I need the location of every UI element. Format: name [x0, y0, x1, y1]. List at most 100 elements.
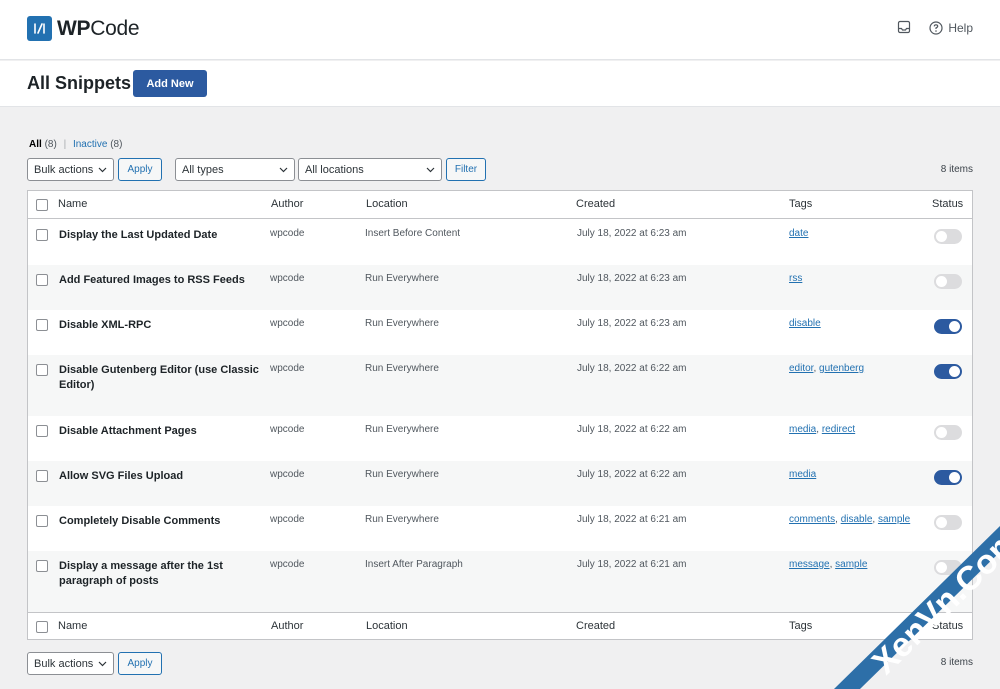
snippet-location: Run Everywhere: [365, 514, 439, 525]
snippet-created: July 18, 2022 at 6:23 am: [577, 228, 687, 239]
column-created[interactable]: Created: [576, 198, 615, 210]
locations-select[interactable]: All locations: [298, 158, 442, 181]
snippet-name[interactable]: Disable XML-RPC: [59, 318, 264, 333]
view-filters: All (8) | Inactive (8): [29, 139, 122, 150]
inbox-icon[interactable]: [897, 20, 913, 36]
row-checkbox[interactable]: [36, 319, 48, 331]
column-status[interactable]: Status: [932, 198, 963, 210]
column-author[interactable]: Author: [271, 198, 303, 210]
toggle-knob: [949, 366, 960, 377]
chevron-down-icon: [98, 165, 107, 174]
tag-link[interactable]: media: [789, 424, 816, 435]
snippet-author: wpcode: [270, 469, 305, 480]
wpcode-logo-icon: [27, 16, 52, 41]
footer-column-name[interactable]: Name: [58, 620, 87, 632]
bulk-actions-select[interactable]: Bulk actions: [27, 158, 114, 181]
help-link[interactable]: Help: [929, 21, 973, 35]
snippet-name[interactable]: Add Featured Images to RSS Feeds: [59, 273, 264, 288]
snippet-created: July 18, 2022 at 6:23 am: [577, 273, 687, 284]
snippet-name[interactable]: Completely Disable Comments: [59, 514, 264, 529]
status-toggle[interactable]: [934, 274, 962, 289]
footer-column-author[interactable]: Author: [271, 620, 303, 632]
snippet-created: July 18, 2022 at 6:23 am: [577, 318, 687, 329]
chevron-down-icon: [279, 165, 288, 174]
snippet-tags: media, redirect: [789, 424, 855, 435]
filter-button[interactable]: Filter: [446, 158, 486, 181]
snippet-name[interactable]: Disable Attachment Pages: [59, 424, 264, 439]
table-row: Add Featured Images to RSS Feeds wpcode Ru…: [28, 265, 972, 310]
snippet-tags: comments, disable, sample: [789, 514, 910, 525]
snippet-location: Run Everywhere: [365, 273, 439, 284]
brand-name: WPCode: [57, 17, 140, 41]
row-checkbox[interactable]: [36, 364, 48, 376]
footer-column-tags[interactable]: Tags: [789, 620, 812, 632]
locations-value: All locations: [305, 163, 364, 176]
tag-link[interactable]: sample: [878, 514, 910, 525]
column-tags[interactable]: Tags: [789, 198, 812, 210]
snippet-name[interactable]: Display the Last Updated Date: [59, 228, 264, 243]
tag-link[interactable]: redirect: [822, 424, 855, 435]
status-toggle[interactable]: [934, 470, 962, 485]
table-footer: Name Author Location Created Tags Status: [28, 612, 972, 640]
page-title: All Snippets: [27, 73, 132, 93]
snippet-author: wpcode: [270, 228, 305, 239]
tag-link[interactable]: message: [789, 559, 830, 570]
table-row: Completely Disable Comments wpcode Run Eve…: [28, 506, 972, 551]
view-inactive-link[interactable]: Inactive: [73, 139, 107, 150]
snippet-location: Run Everywhere: [365, 469, 439, 480]
snippet-author: wpcode: [270, 559, 305, 570]
add-new-button[interactable]: Add New: [133, 70, 207, 97]
select-all-checkbox-footer[interactable]: [36, 621, 48, 633]
status-toggle[interactable]: [934, 364, 962, 379]
row-checkbox[interactable]: [36, 274, 48, 286]
types-select[interactable]: All types: [175, 158, 295, 181]
column-name[interactable]: Name: [58, 198, 87, 210]
view-all-link[interactable]: All: [29, 139, 42, 150]
snippet-author: wpcode: [270, 363, 305, 374]
tag-link[interactable]: comments: [789, 514, 835, 525]
tag-link[interactable]: media: [789, 469, 816, 480]
snippet-created: July 18, 2022 at 6:21 am: [577, 559, 687, 570]
snippet-location: Run Everywhere: [365, 318, 439, 329]
snippets-table: Name Author Location Created Tags Status…: [27, 190, 973, 640]
row-checkbox[interactable]: [36, 515, 48, 527]
snippet-author: wpcode: [270, 273, 305, 284]
tag-link[interactable]: date: [789, 228, 808, 239]
view-all-count: (8): [44, 139, 57, 150]
snippet-tags: editor, gutenberg: [789, 363, 864, 374]
table-row: Disable Attachment Pages wpcode Run Everyw…: [28, 416, 972, 461]
select-all-checkbox[interactable]: [36, 199, 48, 211]
footer-column-created[interactable]: Created: [576, 620, 615, 632]
toggle-knob: [936, 427, 947, 438]
snippet-name[interactable]: Disable Gutenberg Editor (use Classic Ed…: [59, 363, 264, 393]
table-row: Disable Gutenberg Editor (use Classic Ed…: [28, 355, 972, 416]
status-toggle[interactable]: [934, 425, 962, 440]
row-checkbox[interactable]: [36, 470, 48, 482]
tag-link[interactable]: disable: [841, 514, 873, 525]
apply-button[interactable]: Apply: [118, 158, 162, 181]
footer-column-location[interactable]: Location: [366, 620, 408, 632]
snippet-created: July 18, 2022 at 6:22 am: [577, 363, 687, 374]
tag-link[interactable]: disable: [789, 318, 821, 329]
types-value: All types: [182, 163, 224, 176]
row-checkbox[interactable]: [36, 560, 48, 572]
apply-button-bottom[interactable]: Apply: [118, 652, 162, 675]
tag-link[interactable]: editor: [789, 363, 813, 374]
row-checkbox[interactable]: [36, 229, 48, 241]
snippet-name[interactable]: Allow SVG Files Upload: [59, 469, 264, 484]
column-location[interactable]: Location: [366, 198, 408, 210]
table-row: Display a message after the 1st paragrap…: [28, 551, 972, 612]
snippet-location: Insert After Paragraph: [365, 559, 463, 570]
tag-link[interactable]: rss: [789, 273, 802, 284]
snippet-name[interactable]: Display a message after the 1st paragrap…: [59, 559, 264, 589]
watermark: XenVn.Com: [834, 526, 1000, 689]
bulk-actions-select-bottom[interactable]: Bulk actions: [27, 652, 114, 675]
wpcode-logo[interactable]: WPCode: [27, 16, 140, 41]
title-bar: All Snippets Add New: [0, 61, 1000, 107]
row-checkbox[interactable]: [36, 425, 48, 437]
help-label: Help: [948, 21, 973, 35]
status-toggle[interactable]: [934, 319, 962, 334]
tag-link[interactable]: gutenberg: [819, 363, 864, 374]
chevron-down-icon: [98, 659, 107, 668]
status-toggle[interactable]: [934, 229, 962, 244]
